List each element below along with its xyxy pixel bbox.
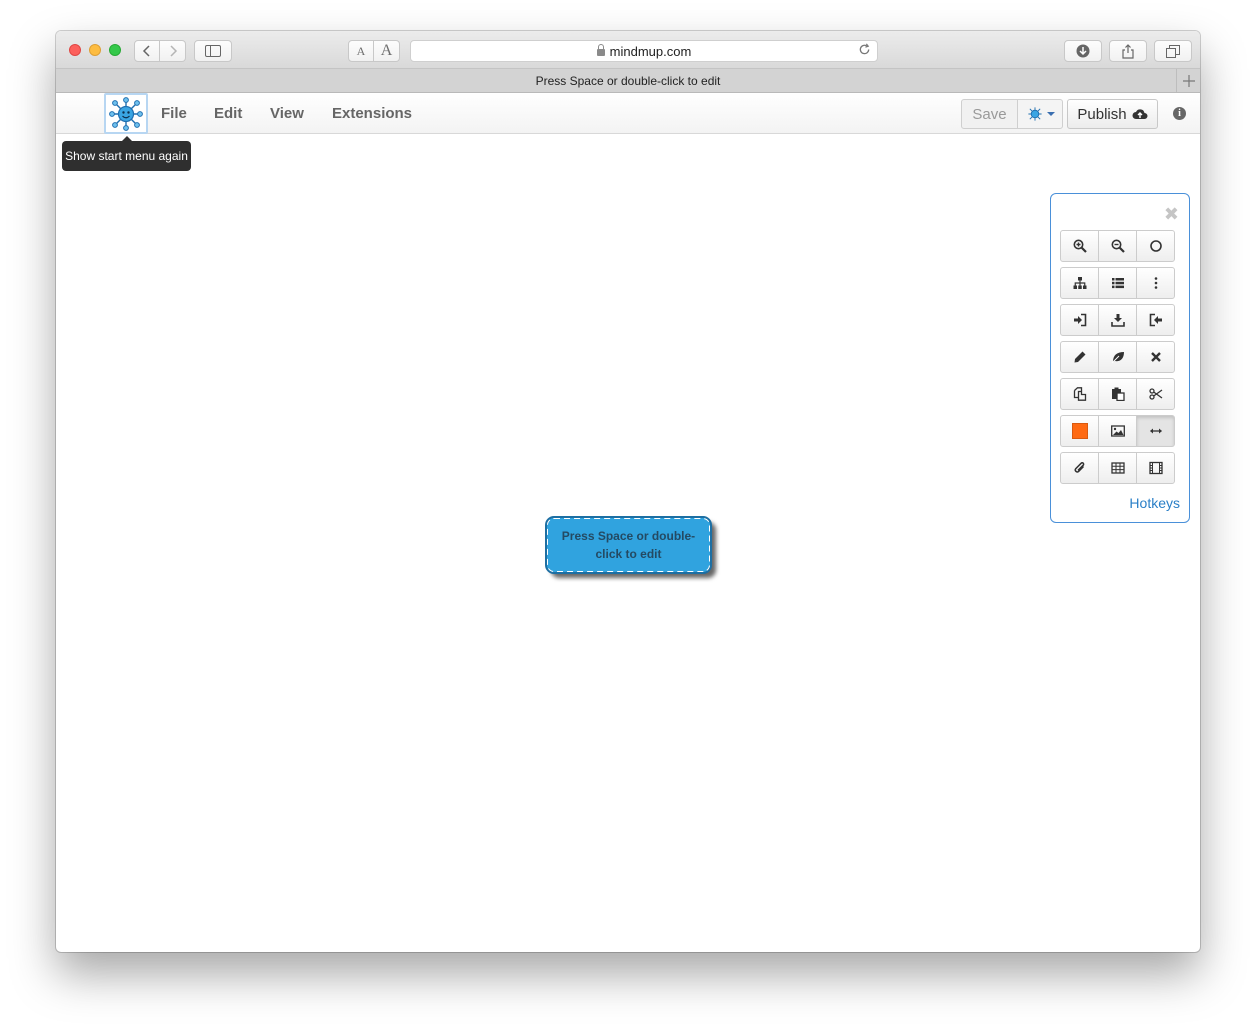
sidebar-toggle-button[interactable] [194,40,232,62]
downloads-button[interactable] [1064,40,1102,62]
resize-button[interactable] [1136,415,1175,447]
film-icon [1148,461,1163,475]
move-down-button[interactable] [1098,304,1137,336]
tab-bar: Press Space or double-click to edit [56,69,1200,93]
add-image-button[interactable] [1098,415,1137,447]
tab-title[interactable]: Press Space or double-click to edit [536,74,721,88]
reset-view-button[interactable] [1136,230,1175,262]
toolbox-row-attach [1060,452,1178,484]
toolbox-row-structure [1060,267,1178,299]
toolbox-row-clipboard [1060,378,1178,410]
forward-button[interactable] [160,40,186,62]
cloud-upload-icon [1132,109,1148,119]
leaf-icon [1111,352,1124,364]
address-bar[interactable]: mindmup.com [410,40,878,62]
paste-icon [1111,387,1125,401]
toolbox-row-format [1060,415,1178,447]
toolbox-row-zoom [1060,230,1178,262]
more-options-button[interactable] [1136,267,1175,299]
vertical-ellipsis-icon [1154,277,1157,289]
mindmup-storage-icon [1027,107,1042,121]
minimize-window-button[interactable] [89,44,101,56]
url-text: mindmup.com [609,43,692,59]
download-icon [1110,314,1125,327]
larger-text-button[interactable]: A [374,40,400,62]
hotkeys-link[interactable]: Hotkeys [1129,495,1180,511]
browser-window: A A mindmup.com Press Space or double-cl… [56,31,1200,952]
publish-button[interactable]: Publish [1067,99,1158,129]
maximize-window-button[interactable] [109,44,121,56]
caret-down-icon [1046,112,1055,116]
node-text: Press Space or double-click to edit [561,529,696,561]
save-button[interactable]: Save [961,99,1018,129]
copy-button[interactable] [1060,378,1099,410]
scissors-icon [1148,388,1162,400]
info-icon[interactable]: i [1173,107,1186,120]
add-child-button[interactable] [1060,267,1099,299]
menu-view[interactable]: View [270,105,304,122]
cut-button[interactable] [1136,378,1175,410]
text-size-controls: A A [348,40,400,62]
browser-toolbar: A A mindmup.com [56,31,1200,69]
sitemap-icon [1073,277,1086,289]
smaller-text-button[interactable]: A [348,40,374,62]
menu-file[interactable]: File [161,105,187,122]
sidebar-icon [205,45,221,57]
lock-icon [596,43,605,56]
app-menubar: File Edit View Extensions Save Publish i [56,93,1200,134]
toolbox-row-move [1060,304,1178,336]
zoom-in-button[interactable] [1060,230,1099,262]
share-icon [1122,43,1134,59]
edit-node-button[interactable] [1060,341,1099,373]
download-arrow-icon [1076,44,1090,58]
start-menu-tooltip: Show start menu again [62,136,191,171]
start-menu-button[interactable] [104,93,148,134]
paste-button[interactable] [1098,378,1137,410]
toolbox-panel: ✖ Hotkeys [1050,193,1190,523]
list-icon [1111,278,1124,289]
close-toolbox-icon[interactable]: ✖ [1164,204,1179,225]
copy-icon [1073,387,1086,401]
resize-horizontal-icon [1149,428,1162,434]
pencil-icon [1074,351,1085,363]
table-icon [1110,462,1125,474]
back-button[interactable] [134,40,160,62]
table-button[interactable] [1098,452,1137,484]
video-button[interactable] [1136,452,1175,484]
storage-dropdown-button[interactable] [1017,99,1063,129]
zoom-out-button[interactable] [1098,230,1137,262]
mindmup-logo-icon [109,96,143,131]
menu-edit[interactable]: Edit [214,105,242,122]
node-color-button[interactable] [1060,415,1099,447]
central-idea-node[interactable]: Press Space or double-click to edit [545,516,712,574]
sign-out-icon [1149,313,1162,327]
plus-icon [1182,74,1195,87]
remove-icon [1150,352,1161,362]
color-swatch [1071,423,1088,439]
toolbox-row-edit [1060,341,1178,373]
menu-extensions[interactable]: Extensions [332,105,412,122]
circle-icon [1149,240,1162,252]
close-window-button[interactable] [69,44,81,56]
share-button[interactable] [1109,40,1147,62]
chevron-right-icon [169,45,177,57]
delete-node-button[interactable] [1136,341,1175,373]
chevron-left-icon [142,45,150,57]
tab-overview-button[interactable] [1154,40,1192,62]
zoom-out-icon [1111,239,1125,253]
move-out-button[interactable] [1136,304,1175,336]
attachment-button[interactable] [1060,452,1099,484]
add-sibling-button[interactable] [1098,267,1137,299]
tabs-icon [1166,44,1180,58]
sign-in-icon [1073,313,1086,327]
collapse-node-button[interactable] [1098,341,1137,373]
insert-root-button[interactable] [1060,304,1099,336]
new-tab-button[interactable] [1176,69,1200,92]
history-navigation [134,40,186,62]
zoom-in-icon [1073,239,1087,253]
paperclip-icon [1074,462,1084,473]
publish-label: Publish [1077,105,1127,123]
reload-icon[interactable] [858,43,871,56]
picture-icon [1110,425,1125,437]
